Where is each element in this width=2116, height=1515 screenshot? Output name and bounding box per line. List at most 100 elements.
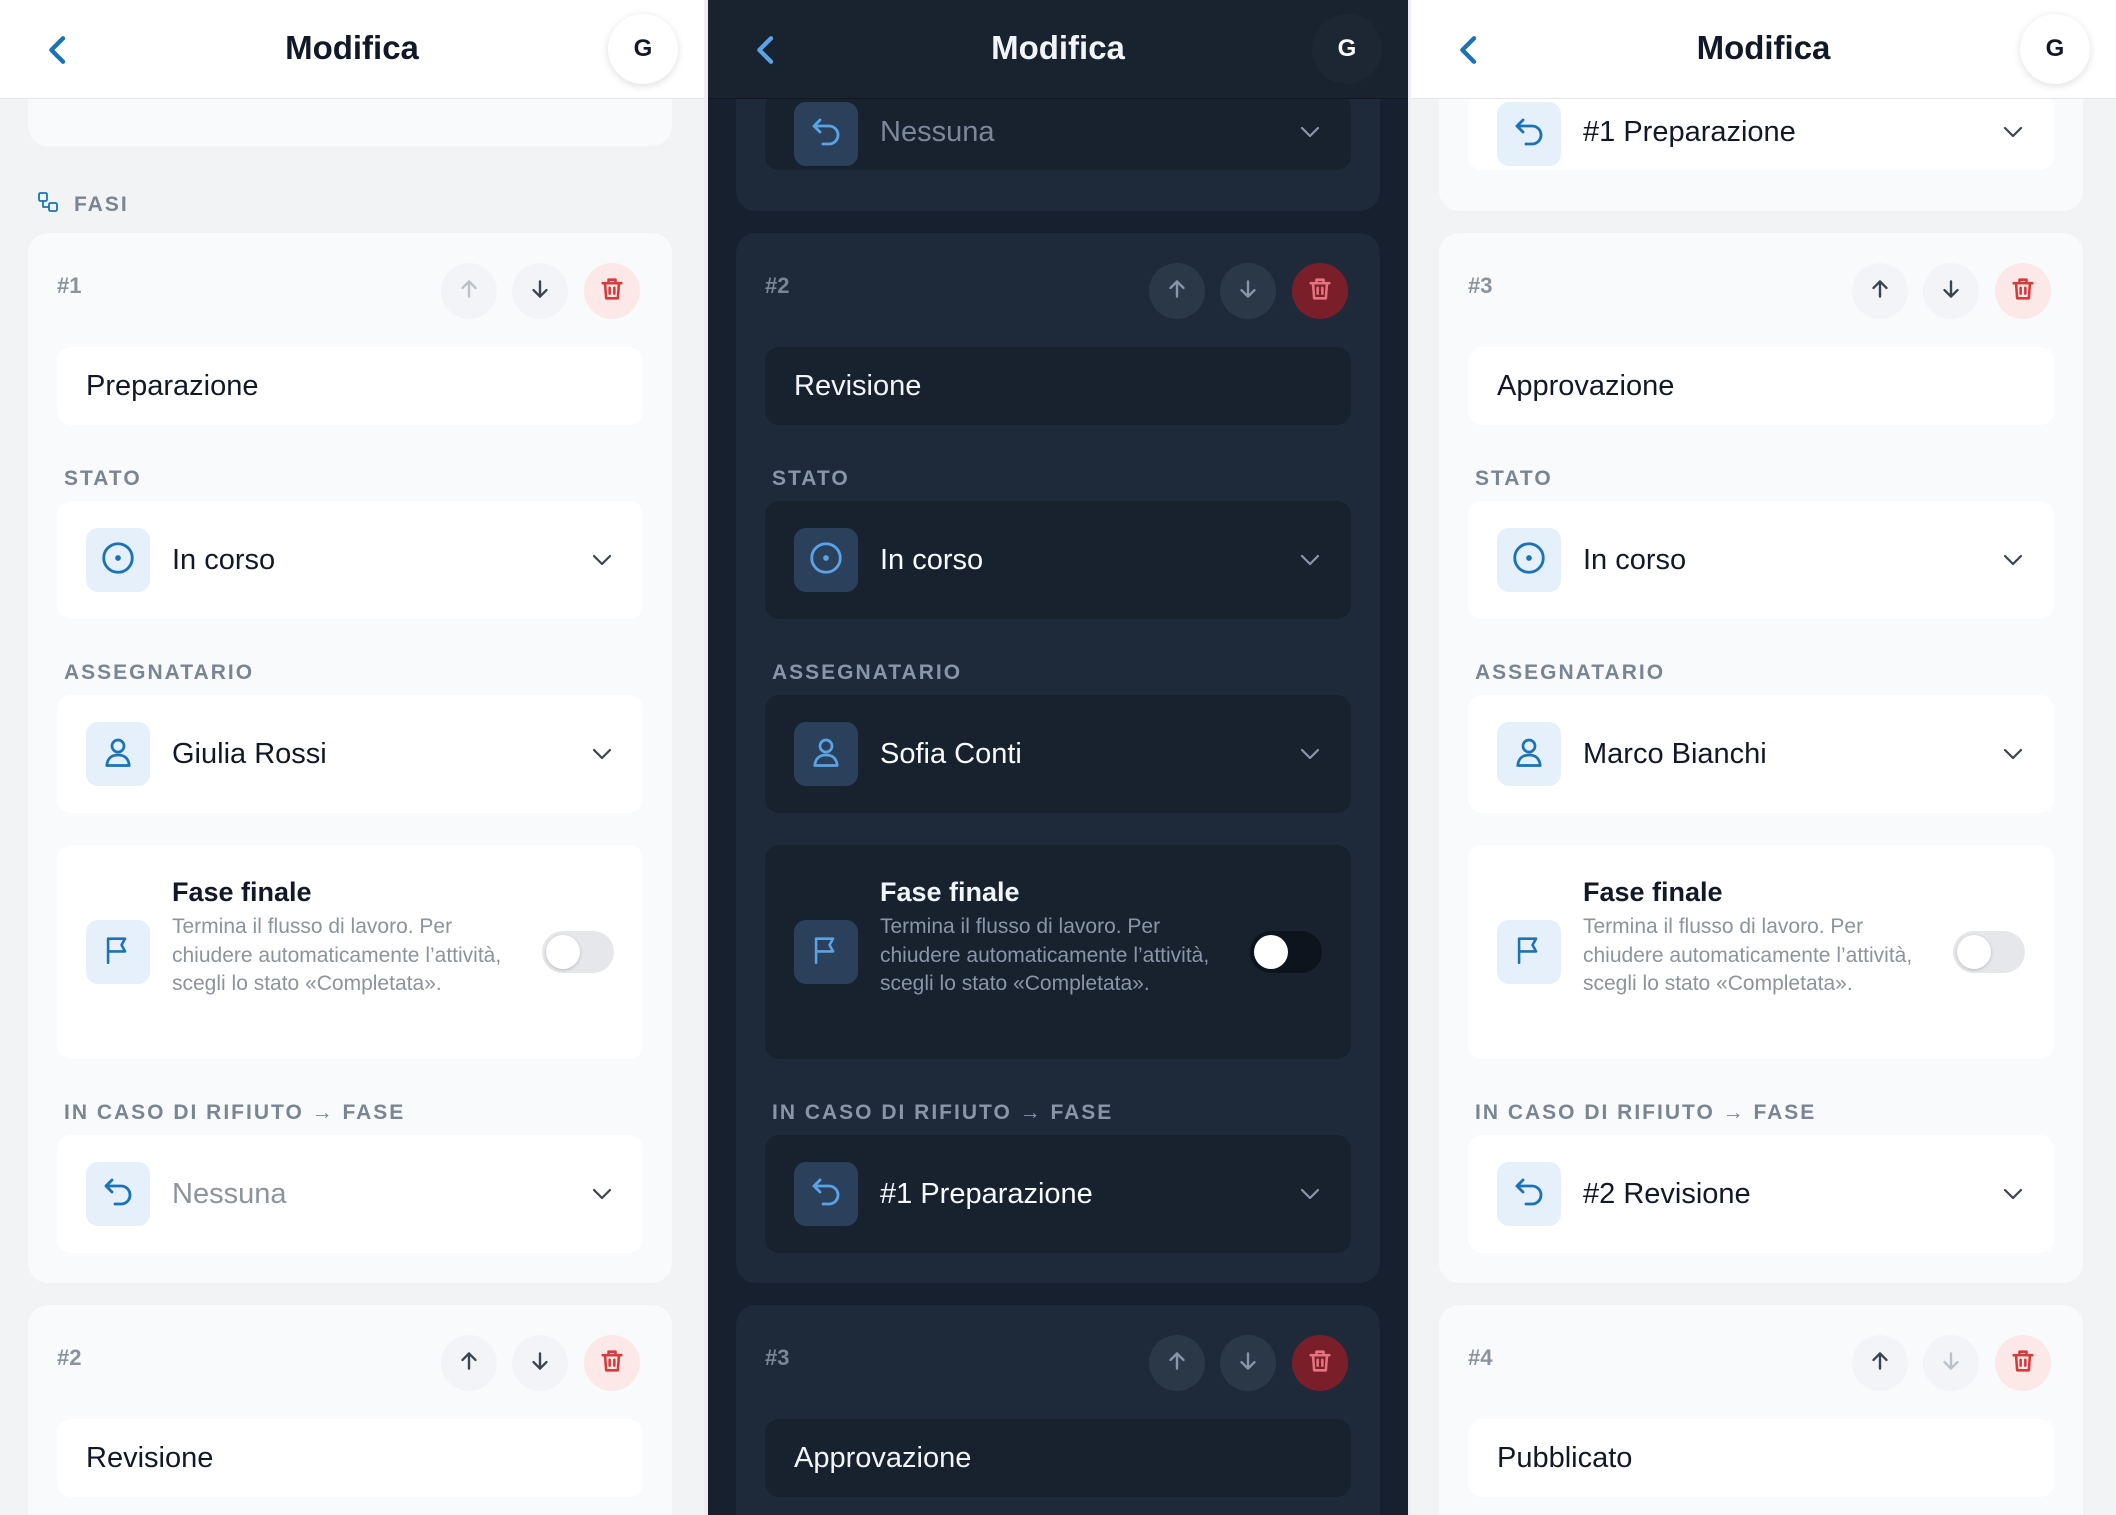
assignee-icon-box	[794, 722, 858, 786]
undo-arrow-icon	[808, 114, 844, 155]
chevron-down-icon	[1299, 125, 1321, 139]
reject-step-select[interactable]: #2 Revisione	[1468, 1135, 2054, 1253]
trash-icon	[2009, 275, 2037, 308]
step-card-main: #2 Revisione STATO In corso ASSEGNATARIO Sofi…	[736, 233, 1380, 1283]
assignee-select[interactable]: Marco Bianchi	[1468, 695, 2054, 813]
status-select[interactable]: In corso	[765, 501, 1351, 619]
move-down-button[interactable]	[1923, 263, 1979, 319]
user-icon	[1511, 734, 1547, 775]
avatar[interactable]: G	[1312, 14, 1382, 84]
reject-step-select[interactable]: #1 Preparazione	[765, 1135, 1351, 1253]
assignee-value: Sofia Conti	[880, 738, 1022, 770]
arrow-down-icon	[1938, 1348, 1964, 1379]
final-step-toggle[interactable]	[542, 931, 614, 973]
trash-icon	[2009, 1347, 2037, 1380]
reject-step-select[interactable]: Nessuna	[765, 94, 1351, 170]
step-card-next: #2 Revisione	[28, 1305, 672, 1515]
delete-step-button[interactable]	[1995, 1335, 2051, 1391]
arrow-down-icon	[527, 1348, 553, 1379]
chevron-down-icon	[2002, 1187, 2024, 1201]
arrow-up-icon	[456, 276, 482, 307]
flag-icon	[101, 933, 135, 972]
step-card-next: #3 Approvazione	[736, 1305, 1380, 1515]
step-number: #1	[57, 273, 82, 298]
status-value: In corso	[880, 544, 984, 576]
status-value: In corso	[1583, 544, 1687, 576]
move-up-button[interactable]	[1149, 1335, 1205, 1391]
delete-step-button[interactable]	[1292, 263, 1348, 319]
final-step-toggle[interactable]	[1953, 931, 2025, 973]
assignee-select[interactable]: Sofia Conti	[765, 695, 1351, 813]
avatar[interactable]: G	[2020, 14, 2090, 84]
step-card-main: #1 Preparazione STATO In corso ASSEGNATARIO G…	[28, 233, 672, 1283]
move-down-button[interactable]	[1220, 1335, 1276, 1391]
step-name-input[interactable]: Revisione	[765, 347, 1351, 425]
toggle-knob	[1254, 935, 1288, 969]
step-name-input[interactable]: Revisione	[57, 1419, 643, 1497]
final-icon-box	[86, 920, 150, 984]
move-up-button[interactable]	[441, 1335, 497, 1391]
top-bar: Modifica G	[0, 0, 704, 99]
final-step-row: Fase finale Termina il flusso di lavoro. …	[765, 845, 1351, 1059]
step-number: #4	[1468, 1345, 1493, 1370]
status-label: STATO	[772, 467, 850, 490]
arrow-up-icon	[1164, 1348, 1190, 1379]
undo-arrow-icon	[100, 1174, 136, 1215]
reject-icon-box	[794, 102, 858, 166]
trash-icon	[598, 275, 626, 308]
chevron-down-icon	[2002, 125, 2024, 139]
reject-step-select[interactable]: Nessuna	[57, 1135, 643, 1253]
target-circle-icon	[99, 539, 137, 582]
page-title: Modifica	[285, 29, 419, 66]
assignee-label: ASSEGNATARIO	[772, 661, 963, 684]
final-step-title: Fase finale	[880, 877, 1020, 907]
delete-step-button[interactable]	[584, 263, 640, 319]
page-title: Modifica	[991, 29, 1125, 66]
screens-container: Modifica G FASI #1 Preparazione STATO In corso…	[0, 0, 2116, 1515]
arrow-up-icon	[1867, 276, 1893, 307]
status-icon-box	[86, 528, 150, 592]
move-up-button[interactable]	[441, 263, 497, 319]
arrow-up-icon	[1867, 1348, 1893, 1379]
delete-step-button[interactable]	[1292, 1335, 1348, 1391]
delete-step-button[interactable]	[1995, 263, 2051, 319]
move-down-button[interactable]	[1220, 263, 1276, 319]
top-bar: Modifica G	[708, 0, 1408, 99]
final-step-toggle[interactable]	[1250, 931, 1322, 973]
avatar[interactable]: G	[608, 14, 678, 84]
trash-icon	[1306, 275, 1334, 308]
trash-icon	[1306, 1347, 1334, 1380]
delete-step-button[interactable]	[584, 1335, 640, 1391]
assignee-value: Marco Bianchi	[1583, 738, 1767, 770]
assignee-icon-box	[86, 722, 150, 786]
toggle-knob	[546, 935, 580, 969]
step-number: #2	[765, 273, 790, 298]
reject-step-select[interactable]: #1 Preparazione	[1468, 94, 2054, 170]
reject-icon-box	[794, 1162, 858, 1226]
move-down-button[interactable]	[1923, 1335, 1979, 1391]
step-card-next: #4 Pubblicato	[1439, 1305, 2083, 1515]
step-name-input[interactable]: Pubblicato	[1468, 1419, 2054, 1497]
final-step-title: Fase finale	[172, 877, 312, 907]
workflow-icon	[36, 190, 60, 220]
step-name-input[interactable]: Approvazione	[1468, 347, 2054, 425]
step-name-input[interactable]: Approvazione	[765, 1419, 1351, 1497]
move-down-button[interactable]	[512, 1335, 568, 1391]
undo-arrow-icon	[1511, 114, 1547, 155]
reject-step-value: #2 Revisione	[1583, 1178, 1751, 1210]
status-select[interactable]: In corso	[1468, 501, 2054, 619]
assignee-select[interactable]: Giulia Rossi	[57, 695, 643, 813]
status-select[interactable]: In corso	[57, 501, 643, 619]
move-up-button[interactable]	[1852, 1335, 1908, 1391]
move-down-button[interactable]	[512, 263, 568, 319]
chevron-down-icon	[2002, 553, 2024, 567]
reject-step-value: #1 Preparazione	[1583, 116, 1796, 148]
move-up-button[interactable]	[1149, 263, 1205, 319]
move-up-button[interactable]	[1852, 263, 1908, 319]
target-circle-icon	[1510, 539, 1548, 582]
arrow-down-icon	[1938, 276, 1964, 307]
flag-icon	[809, 933, 843, 972]
step-number: #3	[1468, 273, 1493, 298]
step-name-input[interactable]: Preparazione	[57, 347, 643, 425]
final-step-description: Termina il flusso di lavoro. Per chiuder…	[172, 915, 502, 995]
